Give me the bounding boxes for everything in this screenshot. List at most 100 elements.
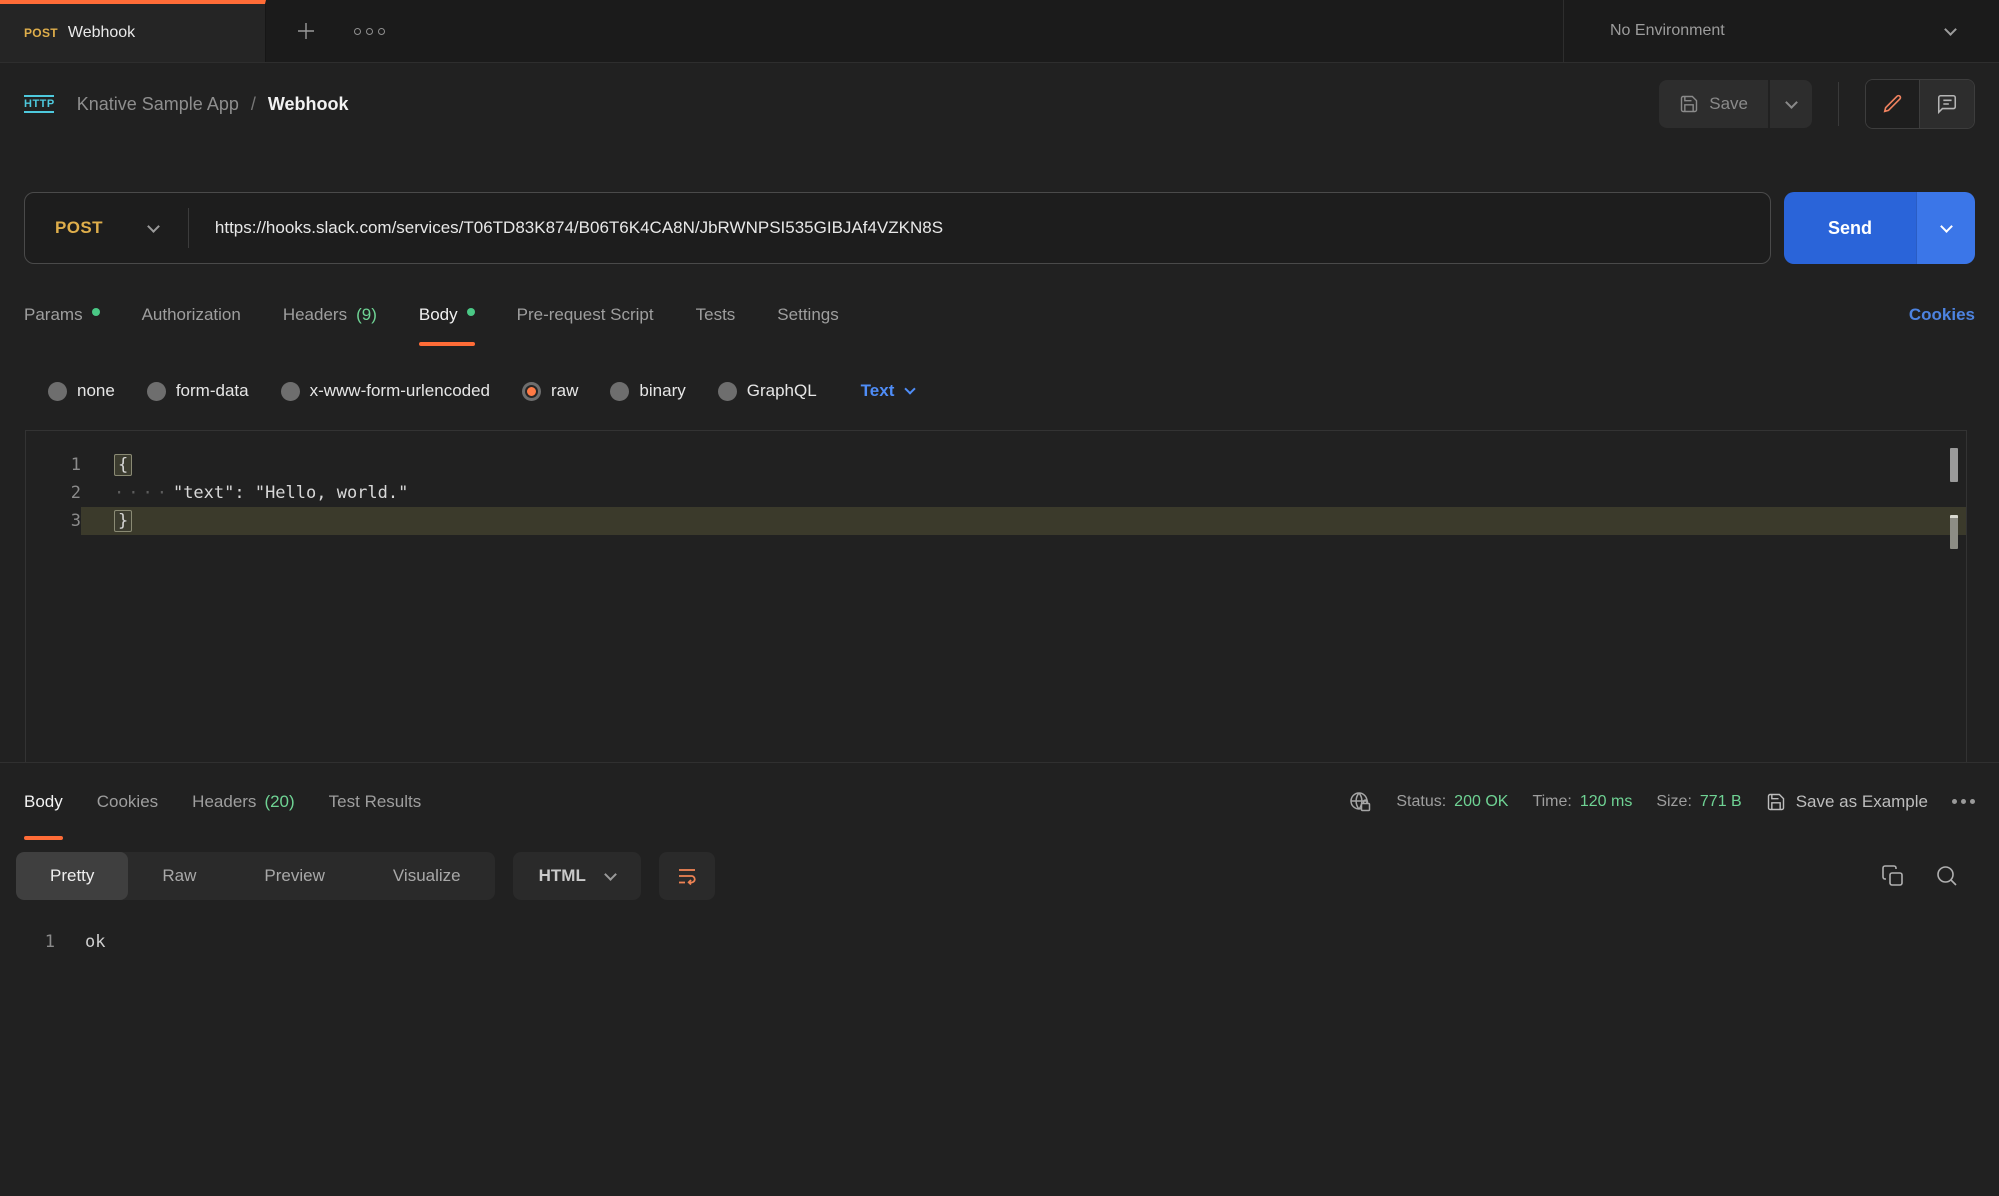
- chevron-down-icon: [1785, 96, 1798, 109]
- view-pretty[interactable]: Pretty: [16, 852, 128, 900]
- tab-body[interactable]: Body: [419, 278, 475, 352]
- response-text: ok: [55, 928, 1999, 956]
- method-dropdown[interactable]: POST: [25, 193, 188, 263]
- view-raw[interactable]: Raw: [128, 852, 230, 900]
- line-number: 1: [0, 928, 55, 956]
- code-text: "text": "Hello, world.": [173, 483, 408, 503]
- send-button-group: Send: [1784, 192, 1975, 264]
- language-dropdown[interactable]: Text: [861, 381, 915, 401]
- comments-button[interactable]: [1920, 80, 1974, 128]
- copy-icon: [1881, 864, 1905, 888]
- response-tab-test-results[interactable]: Test Results: [329, 763, 422, 840]
- mode-raw[interactable]: raw: [522, 381, 578, 401]
- save-icon: [1679, 94, 1699, 114]
- radio-icon: [281, 382, 300, 401]
- response-line: 1 ok: [0, 928, 1999, 956]
- comment-icon: [1936, 93, 1958, 115]
- response-view-switch: Pretty Raw Preview Visualize: [16, 852, 495, 900]
- breadcrumb-row: HTTP Knative Sample App / Webhook Save: [0, 63, 1999, 145]
- mode-form-data[interactable]: form-data: [147, 381, 249, 401]
- tab-headers[interactable]: Headers (9): [283, 278, 377, 352]
- save-as-example-button[interactable]: Save as Example: [1766, 792, 1928, 812]
- response-body: 1 ok: [0, 912, 1999, 956]
- breadcrumb-separator: /: [251, 94, 256, 115]
- request-tab-webhook[interactable]: POST Webhook: [0, 0, 266, 62]
- size-value: 771 B: [1700, 793, 1742, 811]
- save-options-button[interactable]: [1770, 80, 1812, 128]
- response-toolbar: Pretty Raw Preview Visualize HTML: [0, 840, 1999, 912]
- postman-window: POST Webhook No Environment HTTP Knative…: [0, 0, 1999, 1196]
- chevron-down-icon: [1940, 220, 1953, 233]
- tab-params[interactable]: Params: [24, 278, 100, 352]
- http-method-icon: HTTP: [24, 95, 55, 113]
- response-tools: [1881, 864, 1959, 888]
- url-input[interactable]: https://hooks.slack.com/services/T06TD83…: [189, 218, 1770, 238]
- search-button[interactable]: [1935, 864, 1959, 888]
- wrap-lines-button[interactable]: [659, 852, 715, 900]
- chevron-down-icon: [147, 220, 160, 233]
- chevron-down-icon: [604, 868, 617, 881]
- tab-title: Webhook: [68, 24, 135, 42]
- chevron-down-icon: [1944, 23, 1957, 36]
- network-lock-icon: [1348, 790, 1372, 814]
- save-button-label: Save: [1709, 94, 1748, 114]
- mode-x-www-form-urlencoded[interactable]: x-www-form-urlencoded: [281, 381, 490, 401]
- request-tabs: Params Authorization Headers (9) Body Pr…: [0, 278, 1999, 352]
- line-number: 1: [26, 451, 81, 479]
- green-dot-icon: [92, 308, 100, 316]
- status-value: 200 OK: [1454, 793, 1508, 811]
- copy-button[interactable]: [1881, 864, 1905, 888]
- tab-settings[interactable]: Settings: [777, 278, 838, 352]
- radio-icon: [610, 382, 629, 401]
- new-tab-button[interactable]: [294, 19, 318, 43]
- request-body-editor[interactable]: 1 { 2 ····"text": "Hello, world." 3 }: [25, 430, 1967, 762]
- send-button[interactable]: Send: [1784, 192, 1916, 264]
- response-meta: Status: 200 OK Time: 120 ms Size: 771 B …: [1348, 763, 1975, 840]
- breadcrumb-collection[interactable]: Knative Sample App: [77, 94, 239, 115]
- edit-request-button[interactable]: [1866, 80, 1920, 128]
- editor-line-current: 3 }: [26, 507, 1966, 535]
- breadcrumb-request-name[interactable]: Webhook: [268, 94, 349, 115]
- divider: [1838, 82, 1839, 126]
- save-button[interactable]: Save: [1659, 80, 1768, 128]
- response-tab-cookies[interactable]: Cookies: [97, 763, 158, 840]
- tab-authorization[interactable]: Authorization: [142, 278, 241, 352]
- editor-scrollbar-thumb[interactable]: [1950, 448, 1958, 482]
- status-pair: Status: 200 OK: [1396, 793, 1508, 811]
- environment-selector[interactable]: No Environment: [1563, 0, 1999, 62]
- tab-tests[interactable]: Tests: [696, 278, 736, 352]
- bracket-highlight: }: [114, 510, 132, 532]
- editor-line: 2 ····"text": "Hello, world.": [26, 479, 1966, 507]
- url-bar: POST https://hooks.slack.com/services/T0…: [24, 192, 1771, 264]
- url-row: POST https://hooks.slack.com/services/T0…: [0, 145, 1999, 278]
- whitespace-dots: ····: [114, 483, 171, 503]
- tab-options-button[interactable]: [354, 28, 385, 35]
- pencil-icon: [1882, 93, 1904, 115]
- size-pair: Size: 771 B: [1656, 793, 1741, 811]
- time-value: 120 ms: [1580, 793, 1632, 811]
- response-options-button[interactable]: [1952, 799, 1975, 804]
- header-actions: Save: [1659, 79, 1975, 129]
- search-icon: [1935, 864, 1959, 888]
- view-visualize[interactable]: Visualize: [359, 852, 495, 900]
- cookies-link[interactable]: Cookies: [1909, 278, 1975, 352]
- headers-count: (9): [356, 305, 377, 325]
- response-format-dropdown[interactable]: HTML: [513, 852, 641, 900]
- response-tab-body[interactable]: Body: [24, 763, 63, 840]
- send-options-button[interactable]: [1916, 192, 1975, 264]
- tab-pre-request-script[interactable]: Pre-request Script: [517, 278, 654, 352]
- mode-binary[interactable]: binary: [610, 381, 685, 401]
- response-tab-headers[interactable]: Headers (20): [192, 763, 295, 840]
- radio-icon: [48, 382, 67, 401]
- radio-selected-icon: [522, 382, 541, 401]
- radio-icon: [147, 382, 166, 401]
- mode-none[interactable]: none: [48, 381, 115, 401]
- plus-icon: [294, 19, 318, 43]
- right-panel-toggle: [1865, 79, 1975, 129]
- method-label: POST: [55, 218, 103, 238]
- view-preview[interactable]: Preview: [230, 852, 358, 900]
- editor-overview-marker: [1950, 515, 1958, 549]
- mode-graphql[interactable]: GraphQL: [718, 381, 817, 401]
- body-mode-row: none form-data x-www-form-urlencoded raw…: [0, 352, 1999, 430]
- response-headers-count: (20): [264, 792, 294, 812]
